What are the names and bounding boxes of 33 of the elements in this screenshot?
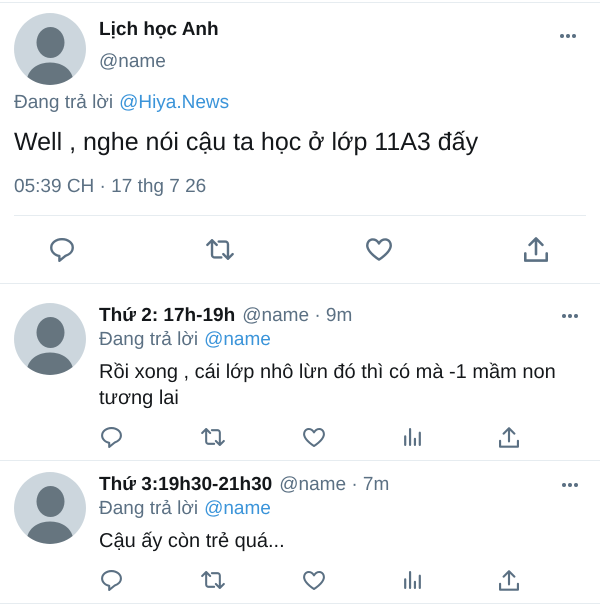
retweet-icon[interactable] — [206, 239, 234, 260]
display-name[interactable]: Thứ 3:19h30-21h30 — [99, 473, 272, 497]
reply-text: Rồi xong , cái lớp nhô lừn đó thì có mà -1 mầm non tương lai — [99, 360, 557, 411]
share-icon[interactable] — [499, 570, 519, 590]
reply-icon[interactable] — [101, 426, 122, 448]
reply-icon[interactable] — [50, 238, 74, 262]
heart-icon[interactable] — [303, 428, 325, 446]
handle-and-time: @name · 7m — [279, 473, 390, 497]
more-options-icon[interactable] — [560, 34, 576, 38]
tweet-text: Well , nghe nói cậu ta học ở lớp 11A3 đấy — [14, 127, 480, 158]
display-name[interactable]: Thứ 2: 17h-19h — [99, 304, 236, 328]
reply-icon[interactable] — [101, 570, 122, 590]
replying-to-label: Đang trả lời — [99, 328, 198, 352]
bar-chart-icon[interactable] — [404, 571, 420, 589]
replying-to-label: Đang trả lời — [99, 497, 198, 521]
user-handle: @name — [99, 50, 167, 74]
avatar-icon[interactable] — [14, 13, 86, 85]
avatar-icon[interactable] — [14, 303, 86, 375]
more-options-icon[interactable] — [562, 314, 578, 318]
heart-icon[interactable] — [366, 238, 392, 261]
handle-and-time: @name · 9m — [242, 304, 352, 328]
retweet-icon[interactable] — [200, 428, 224, 446]
avatar-icon[interactable] — [14, 472, 86, 544]
replying-to-label: Đang trả lời — [14, 91, 114, 115]
share-icon[interactable] — [524, 237, 548, 262]
heart-icon[interactable] — [303, 570, 325, 590]
share-icon[interactable] — [499, 426, 519, 448]
reply-text: Cậu ấy còn trẻ quá... — [99, 529, 286, 554]
more-options-icon[interactable] — [562, 483, 578, 487]
display-name[interactable]: Lịch học Anh — [99, 18, 560, 42]
bar-chart-icon[interactable] — [404, 428, 420, 446]
retweet-icon[interactable] — [200, 571, 224, 589]
timestamp: 05:39 CH · 17 thg 7 26 — [14, 175, 208, 199]
